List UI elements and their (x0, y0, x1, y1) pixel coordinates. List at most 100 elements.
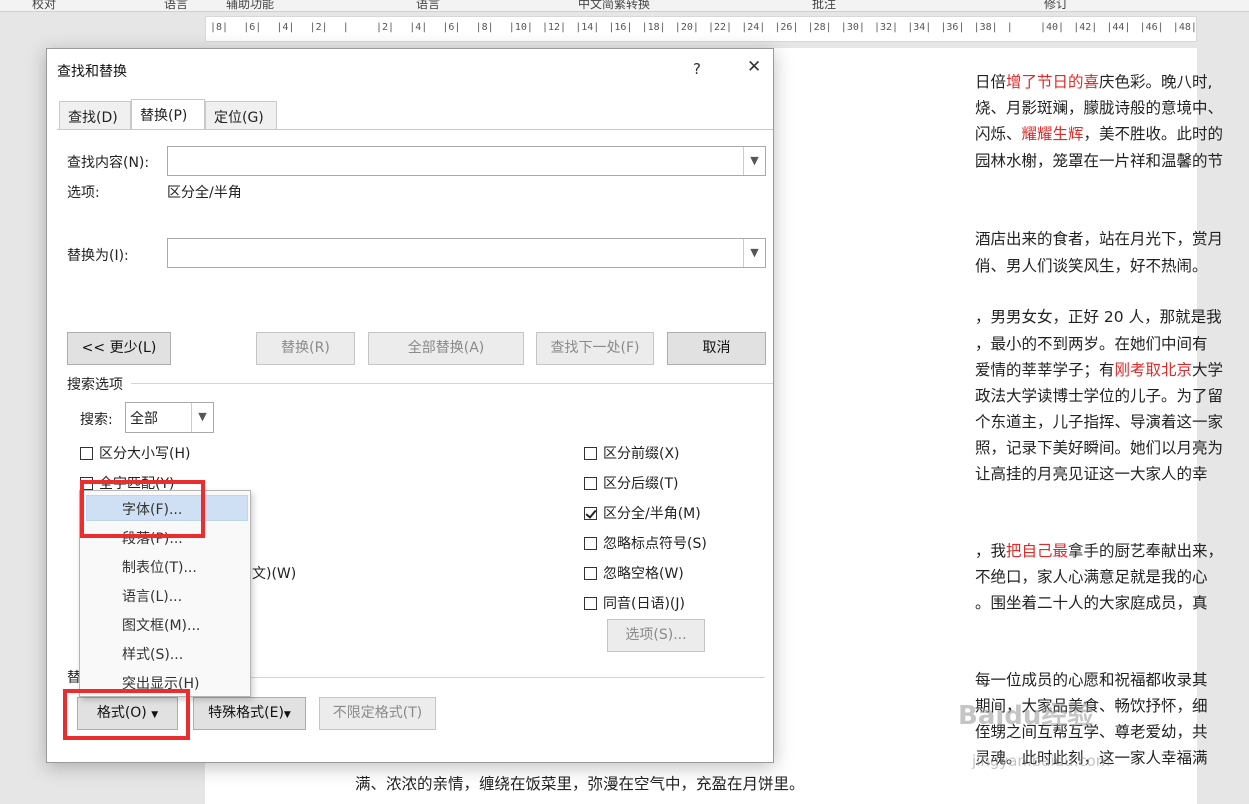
close-icon[interactable]: ✕ (747, 57, 761, 77)
options-value: 区分全/半角 (167, 185, 242, 201)
chevron-down-icon[interactable]: ▼ (743, 239, 765, 267)
special-format-button[interactable]: 特殊格式(E)▼ (193, 697, 306, 730)
checkbox-label: 区分全/半角(M) (603, 506, 701, 522)
no-format-button[interactable]: 不限定格式(T) (319, 697, 436, 730)
document-line: 满、浓浓的亲情，缠绕在饭菜里，弥漫在空气中，充盈在月饼里。 (355, 772, 805, 794)
ruler-tick: |28| (807, 22, 832, 33)
ribbon-label[interactable]: 语言 (164, 0, 188, 11)
document-text: 政法大学读博士学位的儿子。为了留 (975, 387, 1224, 405)
ruler-tick: |22| (708, 22, 733, 33)
cancel-button[interactable]: 取消 (667, 332, 766, 365)
document-text: 满、浓浓的亲情，缠绕在饭菜里，弥漫在空气中，充盈在月饼里。 (355, 775, 805, 793)
ruler-tick: |8| (210, 22, 229, 33)
highlighted-text: 增了节日的喜 (1006, 73, 1100, 91)
match-prefix-checkbox[interactable]: 区分前缀(X) (584, 443, 680, 463)
highlighted-text: 刚考取北京 (1114, 361, 1193, 379)
ribbon-label[interactable]: 批注 (812, 0, 836, 11)
document-line: 爱情的莘莘学子；有刚考取北京大学 (975, 358, 1223, 380)
document-line: 闪烁、耀耀生辉，美不胜收。此时的 (975, 122, 1223, 144)
checkbox-label: 忽略空格(W) (603, 566, 684, 582)
tab-replace[interactable]: 替换(P) (131, 99, 205, 129)
checkbox-box[interactable] (584, 597, 597, 610)
document-text: 庆色彩。晚八时, (1099, 73, 1213, 91)
sounds-like-checkbox[interactable]: 同音(日语)(J) (584, 593, 685, 613)
document-text: 爱情的莘莘学子；有 (975, 361, 1115, 379)
checkbox-label: 区分后缀(T) (603, 476, 679, 492)
checkbox-label: 区分大小写(H) (99, 446, 191, 462)
ruler-tick: |32| (874, 22, 899, 33)
ruler-tick: |30| (840, 22, 865, 33)
document-text: 烧、月影斑斓，朦胧诗般的意境中、 (975, 99, 1224, 117)
chevron-down-icon[interactable]: ▼ (191, 403, 213, 432)
ribbon-label[interactable]: 修订 (1044, 0, 1068, 11)
tab-goto[interactable]: 定位(G) (205, 101, 277, 129)
find-input[interactable]: ▼ (167, 146, 766, 176)
match-suffix-checkbox[interactable]: 区分后缀(T) (584, 473, 678, 493)
document-line: ，我把自己最拿手的厨艺奉献出来， (975, 539, 1223, 561)
ruler-tick: |38| (973, 22, 998, 33)
checkbox-box[interactable] (584, 537, 597, 550)
ribbon-label[interactable]: 中文简繁转换 (578, 0, 650, 11)
ribbon-label[interactable]: 辅助功能 (226, 0, 274, 11)
chevron-down-icon[interactable]: ▼ (743, 147, 765, 175)
document-line: 政法大学读博士学位的儿子。为了留 (975, 384, 1223, 406)
ribbon-label[interactable]: 校对 (32, 0, 56, 11)
ignore-space-checkbox[interactable]: 忽略空格(W) (584, 563, 684, 583)
ignore-punct-checkbox[interactable]: 忽略标点符号(S) (584, 533, 707, 553)
checkbox-box[interactable] (584, 567, 597, 580)
checkbox-box[interactable] (584, 477, 597, 490)
replace-label: 替换为(I): (67, 248, 129, 264)
highlighted-text: 把自己最 (1006, 542, 1069, 560)
ruler-tick: |36| (940, 22, 965, 33)
ribbon-strip: 校对 语言 辅助功能 语言 中文简繁转换 批注 修订 (0, 0, 1249, 12)
checkbox-box[interactable] (80, 447, 93, 460)
ruler-tick: | (1006, 22, 1013, 33)
ruler-tick: |46| (1139, 22, 1164, 33)
document-line: 酒店出来的食者，站在月光下，赏月 (975, 227, 1223, 249)
find-next-button[interactable]: 查找下一处(F) (536, 332, 654, 365)
menu-item-tabs[interactable]: 制表位(T)... (122, 557, 197, 577)
checkbox-box[interactable] (584, 507, 597, 520)
document-text: ，男男女女，正好 20 人，那就是我 (975, 308, 1222, 326)
ruler-tick: |12| (542, 22, 567, 33)
watermark-logo: Baidu经验 (958, 701, 1094, 731)
help-button[interactable]: ? (693, 60, 701, 78)
ruler-tick: |6| (442, 22, 461, 33)
search-direction-select[interactable]: 全部 ▼ (125, 402, 214, 433)
ruler-tick: |10| (508, 22, 533, 33)
ruler-tick: |2| (376, 22, 395, 33)
options-button[interactable]: 选项(S)... (607, 619, 705, 652)
checkbox-box[interactable] (584, 447, 597, 460)
ruler-tick: |8| (475, 22, 494, 33)
ruler-tick: |26| (774, 22, 799, 33)
ruler-tick: | (342, 22, 349, 33)
replace-all-button[interactable]: 全部替换(A) (368, 332, 524, 365)
ruler-tick: |20| (674, 22, 699, 33)
replace-button[interactable]: 替换(R) (256, 332, 355, 365)
document-text: 不绝口，家人心满意足就是我的心 (975, 568, 1208, 586)
partial-checkbox-label[interactable]: 文)(W) (252, 563, 296, 583)
replace-input[interactable]: ▼ (167, 238, 766, 268)
document-line: 个东道主，儿子指挥、导演着这一家 (975, 410, 1223, 432)
menu-item-language[interactable]: 语言(L)... (122, 586, 182, 606)
search-direction-value: 全部 (130, 411, 158, 427)
document-line: 照，记录下美好瞬间。她们以月亮为 (975, 436, 1223, 458)
document-line: 每一位成员的心愿和祝福都收录其 (975, 668, 1208, 690)
highlighted-text: 耀耀生辉 (1021, 125, 1084, 143)
find-label: 查找内容(N): (67, 155, 150, 171)
document-line: 俏、男人们谈笑风生，好不热闹。 (975, 254, 1208, 276)
document-text: 拿手的厨艺奉献出来， (1068, 542, 1224, 560)
annotation-box-format (63, 689, 190, 740)
tab-find[interactable]: 查找(D) (59, 101, 131, 129)
less-button[interactable]: << 更少(L) (67, 332, 171, 365)
divider (247, 677, 765, 678)
search-options-heading: 搜索选项 (67, 377, 123, 393)
match-case-checkbox[interactable]: 区分大小写(H) (80, 443, 190, 463)
menu-item-style[interactable]: 样式(S)... (122, 644, 183, 664)
match-width-checkbox[interactable]: 区分全/半角(M) (584, 503, 701, 523)
replace-panel: 查找内容(N): ▼ 选项: 区分全/半角 替换为(I): ▼ << 更少(L)… (57, 129, 773, 449)
menu-item-frame[interactable]: 图文框(M)... (122, 615, 200, 635)
document-line: 园林水榭，笼罩在一片祥和温馨的节 (975, 149, 1223, 171)
horizontal-ruler[interactable]: |8| |6| |4| |2| | |2| |4| |6| |8| |10| |12| |14| |16… (205, 16, 1197, 42)
ribbon-label[interactable]: 语言 (416, 0, 440, 11)
